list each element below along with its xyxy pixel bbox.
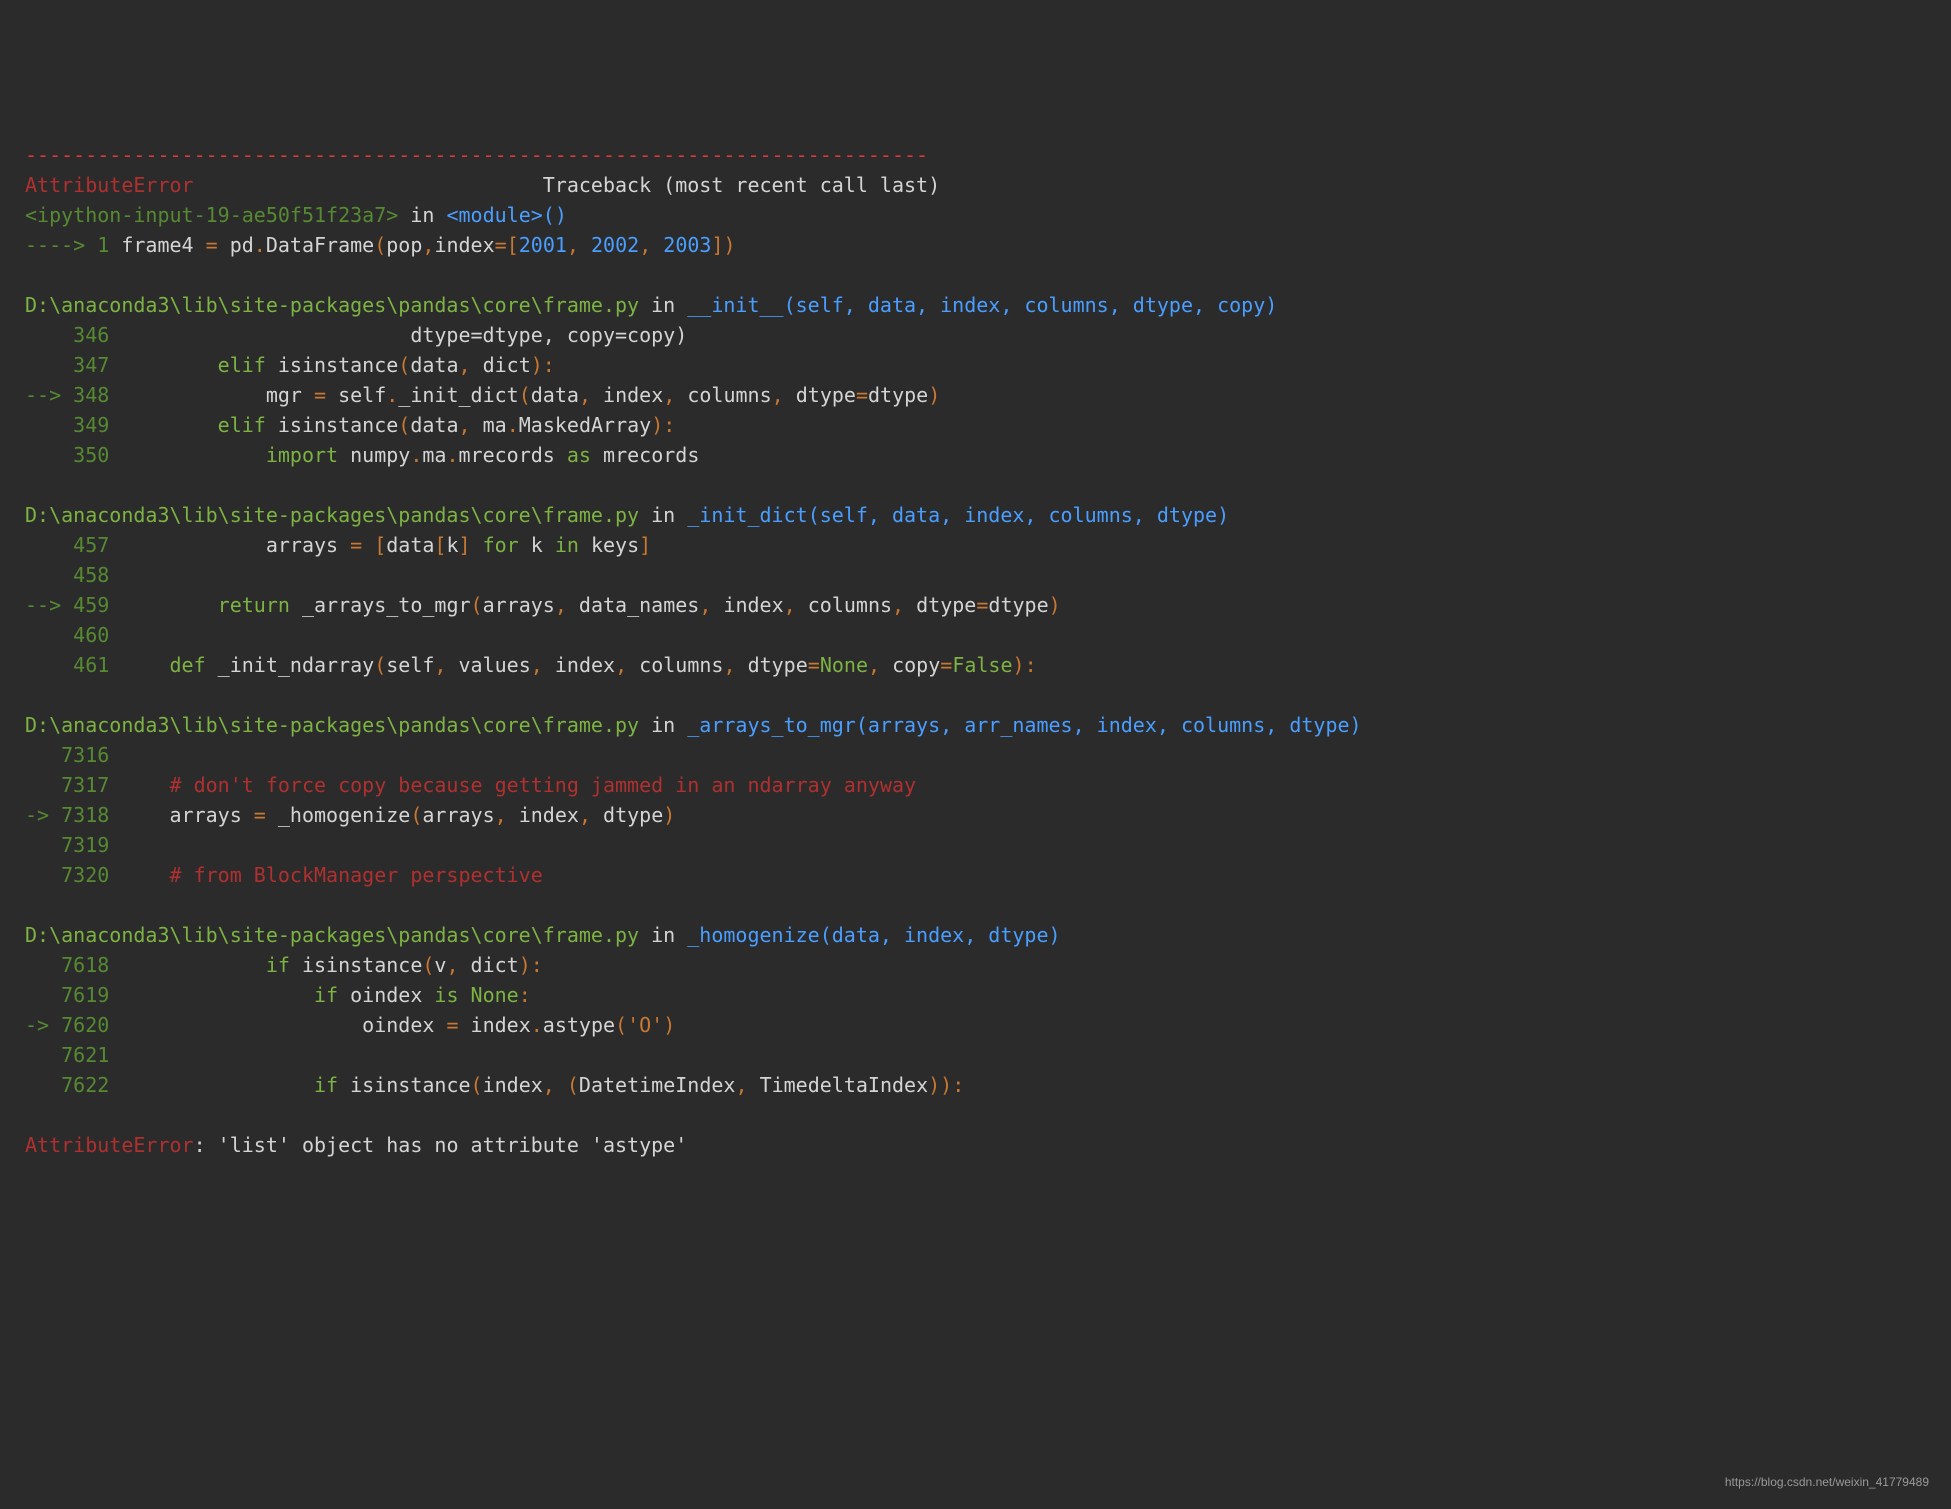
final-error-type: AttributeError bbox=[25, 1133, 194, 1157]
separator: ----------------------------------------… bbox=[25, 143, 928, 167]
file-path: D:\anaconda3\lib\site-packages\pandas\co… bbox=[25, 713, 639, 737]
function-name: _arrays_to_mgr bbox=[687, 713, 856, 737]
comment: # don't force copy because getting jamme… bbox=[121, 773, 916, 797]
final-error-message: : 'list' object has no attribute 'astype… bbox=[194, 1133, 688, 1157]
file-path: D:\anaconda3\lib\site-packages\pandas\co… bbox=[25, 503, 639, 527]
watermark: https://blog.csdn.net/weixin_41779489 bbox=[1725, 1473, 1929, 1491]
function-name: _init_dict bbox=[687, 503, 807, 527]
function-name: _homogenize bbox=[687, 923, 819, 947]
arrow: ----> 1 bbox=[25, 233, 121, 257]
file-path: D:\anaconda3\lib\site-packages\pandas\co… bbox=[25, 923, 639, 947]
file-path: D:\anaconda3\lib\site-packages\pandas\co… bbox=[25, 293, 639, 317]
traceback-header: Traceback (most recent call last) bbox=[194, 173, 941, 197]
ipython-input: <ipython-input-19-ae50f51f23a7> bbox=[25, 203, 398, 227]
comment: # from BlockManager perspective bbox=[121, 863, 542, 887]
function-name: __init__ bbox=[687, 293, 783, 317]
module: <module> bbox=[446, 203, 542, 227]
error-type: AttributeError bbox=[25, 173, 194, 197]
line-number: 346 bbox=[25, 323, 121, 347]
traceback-output: ----------------------------------------… bbox=[25, 140, 1926, 1160]
